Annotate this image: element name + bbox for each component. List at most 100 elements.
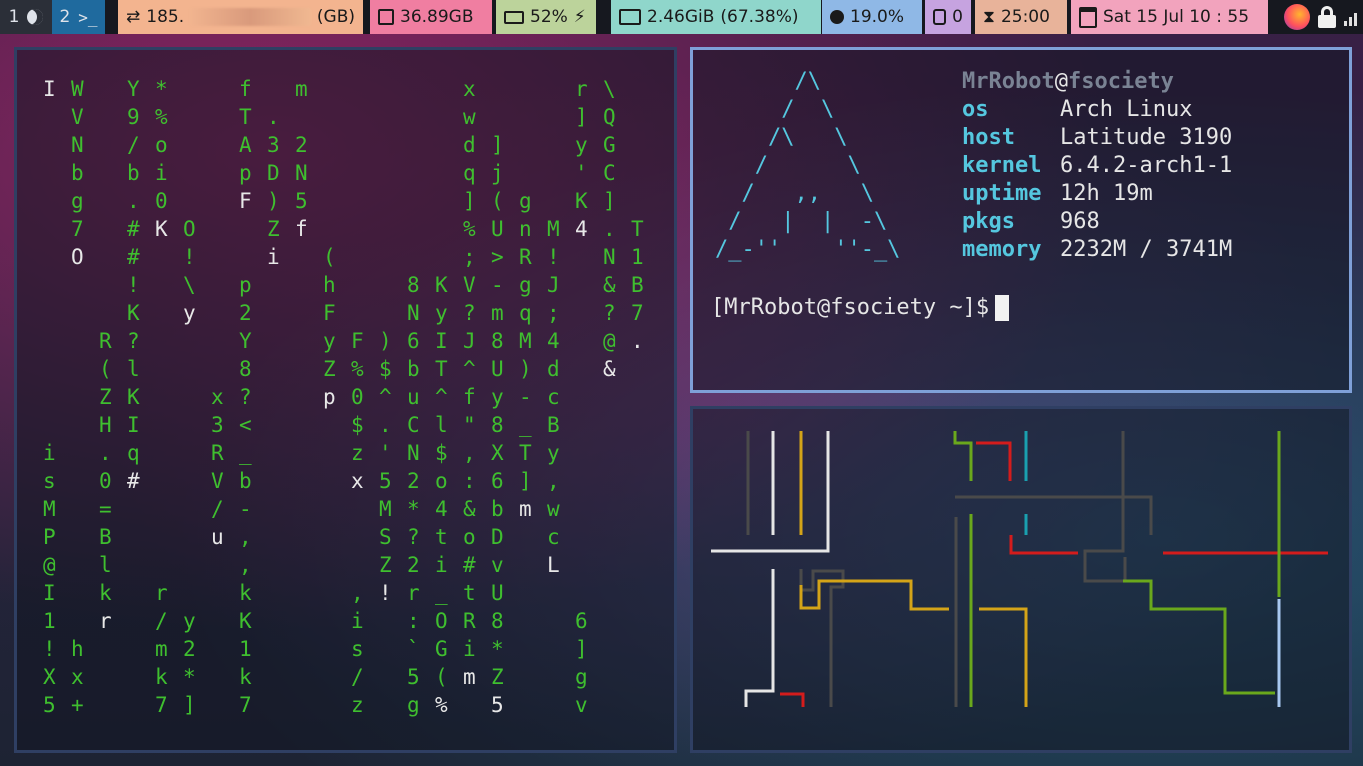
info-value: 12h 19m <box>1060 181 1153 206</box>
matrix-char: 5 <box>295 189 308 213</box>
matrix-char: 0 <box>155 189 168 213</box>
matrix-char: . <box>603 217 616 241</box>
matrix-char: , <box>463 441 476 465</box>
info-key: memory <box>962 237 1042 262</box>
matrix-char: * <box>407 497 420 521</box>
matrix-char: & <box>463 497 476 521</box>
matrix-char: l <box>435 413 448 437</box>
matrix-char: ; <box>463 245 476 269</box>
matrix-char: 6 <box>491 469 504 493</box>
matrix-char: ] <box>603 189 616 213</box>
workspace-2[interactable]: 2 >_ <box>52 0 105 34</box>
info-row-pkgs: pkgs 968 <box>962 208 1232 236</box>
matrix-char: y <box>575 133 588 157</box>
matrix-char: * <box>183 665 196 689</box>
matrix-char: x <box>211 385 224 409</box>
matrix-char: ( <box>99 357 112 381</box>
info-row-kernel: kernel 6.4.2-arch1-1 <box>962 152 1232 180</box>
pipe <box>976 441 1012 481</box>
matrix-char: . <box>99 441 112 465</box>
matrix-char: q <box>127 441 140 465</box>
matrix-char: * <box>491 637 504 661</box>
pomodoro-module[interactable]: ⧗ 25:00 <box>975 0 1067 34</box>
matrix-char: K <box>127 385 140 409</box>
matrix-char: v <box>575 693 588 717</box>
matrix-char: l <box>127 357 140 381</box>
matrix-char: j <box>491 161 504 185</box>
disk-module[interactable]: 36.89GB <box>370 0 492 34</box>
terminal-cmatrix-pane[interactable]: I W Y * f m x r \ V 9% T. w] Q N / o A 3 2 d] y Gb b i p D Nq j ' Cg. 0… <box>14 47 677 753</box>
matrix-char: / <box>155 609 168 633</box>
cpu-module[interactable]: 19.0% <box>822 0 922 34</box>
matrix-char: = <box>99 497 112 521</box>
matrix-char: y <box>547 441 560 465</box>
matrix-char: u <box>407 385 420 409</box>
matrix-char: p <box>239 273 252 297</box>
matrix-char: ^ <box>463 357 476 381</box>
memory-value: 2.46GiB <box>647 7 715 27</box>
matrix-char: 7 <box>631 301 644 325</box>
matrix-char: H <box>99 413 112 437</box>
redacted-ip <box>190 8 311 26</box>
matrix-char: 7 <box>71 217 84 241</box>
matrix-char: N <box>71 133 84 157</box>
matrix-char: N <box>295 161 308 185</box>
matrix-char: M <box>379 497 392 521</box>
info-key: host <box>962 125 1015 150</box>
matrix-char: C <box>407 413 420 437</box>
terminal-neofetch-pane[interactable]: /\ / \ /\ \ / \ / ,, \ / | | -\ /_-'' ''… <box>690 47 1352 393</box>
workspace-1[interactable]: 1 <box>0 0 52 34</box>
matrix-char: M <box>519 329 532 353</box>
matrix-char: B <box>547 413 560 437</box>
info-row-memory: memory 2232M / 3741M <box>962 236 1232 264</box>
matrix-char: _ <box>519 413 532 437</box>
matrix-char: 6 <box>407 329 420 353</box>
pipe <box>711 431 830 553</box>
clock-module[interactable]: Sat 15 Jul 10 : 55 <box>1071 0 1268 34</box>
notification-icon <box>933 9 947 25</box>
matrix-char: ' <box>379 441 392 465</box>
matrix-char: _ <box>239 441 252 465</box>
matrix-char: m <box>295 77 308 101</box>
matrix-char: 1 <box>239 637 252 661</box>
matrix-char: 7 <box>155 693 168 717</box>
workspace-1-label: 1 <box>8 7 20 27</box>
terminal-pipes-pane[interactable] <box>690 406 1352 753</box>
matrix-char: d <box>547 357 560 381</box>
memory-module[interactable]: 2.46GiB (67.38%) <box>611 0 821 34</box>
matrix-char: J <box>463 329 476 353</box>
matrix-char: ] <box>463 189 476 213</box>
matrix-char: g <box>71 189 84 213</box>
matrix-char: & <box>603 273 616 297</box>
network-module[interactable]: ⇄ 185. (GB) <box>118 0 363 34</box>
matrix-char: ) <box>379 329 392 353</box>
terminal-icon: >_ <box>78 7 98 27</box>
matrix-char: o <box>155 133 168 157</box>
matrix-char: o <box>435 469 448 493</box>
matrix-char: + <box>71 693 84 717</box>
notification-module[interactable]: 0 <box>925 0 971 34</box>
info-value: 2232M / 3741M <box>1060 237 1233 262</box>
matrix-char: g <box>407 693 420 717</box>
matrix-char: Y <box>127 77 140 101</box>
moon-icon <box>27 9 44 25</box>
matrix-char: 3 <box>267 133 280 157</box>
matrix-char: ] <box>575 637 588 661</box>
matrix-char: G <box>603 133 616 157</box>
matrix-char: f <box>295 217 308 241</box>
matrix-char: U <box>491 357 504 381</box>
cpu-icon <box>830 10 844 24</box>
matrix-char: b <box>71 161 84 185</box>
network-signal-icon[interactable] <box>1344 8 1357 26</box>
firefox-icon[interactable] <box>1284 4 1310 30</box>
matrix-char: . <box>267 105 280 129</box>
lock-icon[interactable] <box>1318 6 1336 28</box>
battery-module[interactable]: 52% ⚡ <box>496 0 596 34</box>
matrix-char: i <box>43 441 56 465</box>
shell-prompt[interactable]: [MrRobot@fsociety ~]$ <box>711 294 1010 322</box>
hourglass-icon: ⧗ <box>983 7 995 27</box>
matrix-char: 2 <box>183 637 196 661</box>
matrix-char: 5 <box>491 693 504 717</box>
pomodoro-timer: 25:00 <box>1000 7 1050 27</box>
memory-icon <box>619 9 641 25</box>
